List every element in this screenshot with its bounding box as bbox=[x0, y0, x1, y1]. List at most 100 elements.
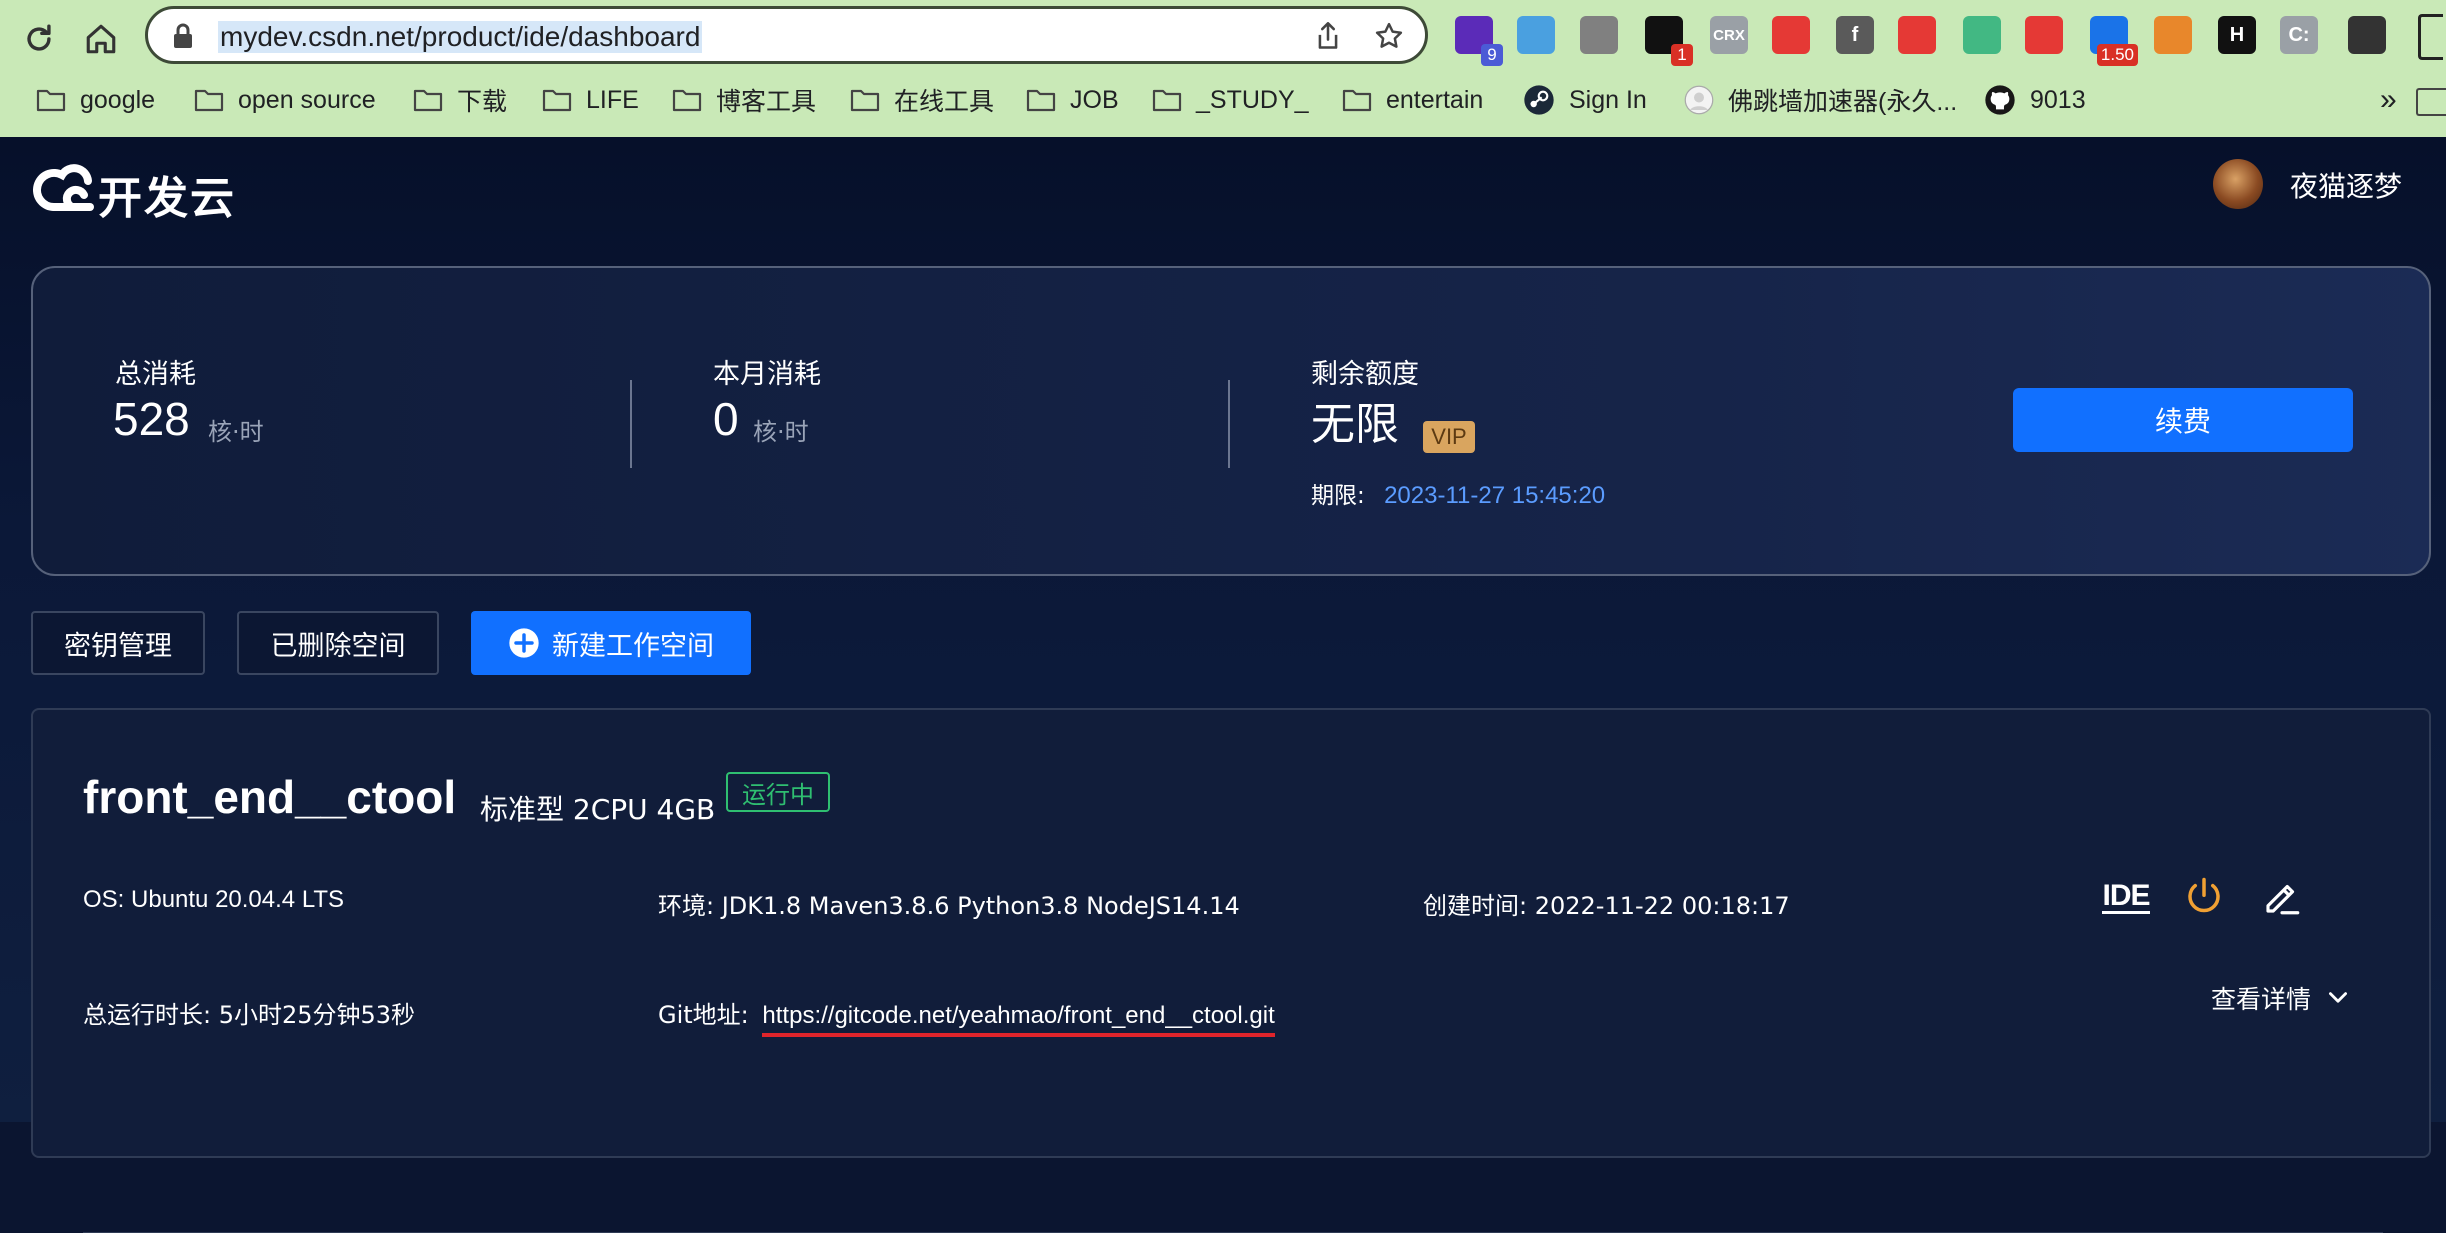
folder-icon bbox=[1152, 88, 1196, 112]
vip-badge: VIP bbox=[1423, 421, 1475, 453]
home-button[interactable] bbox=[76, 14, 126, 64]
plus-circle-icon bbox=[509, 628, 539, 658]
bookmark-5[interactable]: 在线工具 bbox=[850, 82, 994, 118]
folder-icon bbox=[1342, 88, 1386, 112]
vue-extension[interactable] bbox=[1963, 16, 2001, 54]
bookmark-label: 下载 bbox=[457, 88, 508, 116]
bookmark-8[interactable]: entertain bbox=[1342, 82, 1483, 118]
stats-divider bbox=[630, 380, 632, 468]
notion-extension-badge: 1 bbox=[1671, 44, 1693, 66]
mouse-extension[interactable] bbox=[1580, 16, 1618, 54]
bookmark-folder-partial[interactable] bbox=[2416, 82, 2446, 118]
reload-icon bbox=[27, 24, 51, 51]
stats-divider bbox=[1228, 380, 1230, 468]
folder-icon bbox=[850, 88, 894, 112]
wave-extension[interactable] bbox=[1517, 16, 1555, 54]
profile-edge[interactable] bbox=[2418, 14, 2446, 60]
f-extension[interactable]: f bbox=[1836, 16, 1874, 54]
stack-extension[interactable]: 9 bbox=[1455, 16, 1503, 66]
c-extension[interactable]: C: bbox=[2280, 16, 2318, 54]
new-workspace-button[interactable]: 新建工作空间 bbox=[471, 611, 751, 675]
workspace-spec: 标准型 2CPU 4GB bbox=[480, 793, 716, 826]
folder-icon bbox=[194, 88, 238, 112]
avatar[interactable] bbox=[2213, 159, 2263, 209]
url-text[interactable]: mydev.csdn.net/product/ide/dashboard bbox=[218, 21, 703, 53]
month-usage-unit: 核·时 bbox=[753, 418, 809, 446]
ide-button[interactable]: IDE bbox=[2101, 872, 2151, 922]
view-details-label: 查看详情 bbox=[2211, 985, 2312, 1014]
bookmark-6[interactable]: JOB bbox=[1026, 82, 1119, 118]
binoculars-extension[interactable] bbox=[1772, 16, 1810, 54]
notion-extension[interactable]: 1 bbox=[1645, 16, 1693, 66]
username[interactable]: 夜猫逐梦 bbox=[2290, 165, 2402, 205]
bookmark-label: 在线工具 bbox=[894, 88, 995, 116]
bookmark-10[interactable]: 佛跳墙加速器(永久... bbox=[1684, 82, 1957, 118]
crx-extension-label: CRX bbox=[1713, 26, 1745, 44]
folder-icon bbox=[413, 88, 457, 112]
crx-extension[interactable]: CRX bbox=[1710, 16, 1748, 54]
runtime-info: 总运行时长: 5小时25分钟53秒 bbox=[83, 1001, 416, 1029]
folder-icon bbox=[1026, 88, 1070, 112]
folder-icon bbox=[672, 88, 716, 112]
bookmark-2[interactable]: 下载 bbox=[413, 82, 507, 118]
bookmark-label: Sign In bbox=[1569, 85, 1647, 114]
view-details-button[interactable]: 查看详情 bbox=[2211, 980, 2351, 1016]
renew-button[interactable]: 续费 bbox=[2013, 388, 2353, 452]
stack-extension-badge: 9 bbox=[1481, 44, 1503, 66]
bookmark-1[interactable]: open source bbox=[194, 82, 376, 118]
total-usage-value: 528 bbox=[113, 393, 190, 445]
bookmark-3[interactable]: LIFE bbox=[542, 82, 639, 118]
tomato-extension[interactable] bbox=[1898, 16, 1936, 54]
remaining-quota-value: 无限 bbox=[1311, 399, 1399, 450]
bookmark-11[interactable]: 9013 bbox=[1984, 82, 2086, 118]
kettle-extension[interactable] bbox=[2154, 16, 2192, 54]
ide-icon: IDE bbox=[2102, 878, 2151, 914]
deleted-workspaces-button[interactable]: 已删除空间 bbox=[237, 611, 439, 675]
bookmark-7[interactable]: _STUDY_ bbox=[1152, 82, 1309, 118]
folder-icon bbox=[36, 88, 80, 112]
h-extension-label: H bbox=[2229, 23, 2245, 46]
h-extension[interactable]: H bbox=[2218, 16, 2256, 54]
month-usage-label: 本月消耗 bbox=[713, 359, 821, 390]
steam-icon bbox=[1523, 84, 1569, 116]
edit-icon bbox=[2266, 884, 2300, 915]
month-usage-value: 0 bbox=[713, 393, 739, 445]
puzzle-extension[interactable] bbox=[2348, 16, 2386, 54]
git-address-label: Git地址: bbox=[658, 1001, 749, 1029]
usage-stats-panel: 总消耗 528 核·时 本月消耗 0 核·时 剩余额度 无限 VIP 期限: 2… bbox=[31, 266, 2431, 576]
total-usage-label: 总消耗 bbox=[115, 359, 196, 390]
f-extension-label: f bbox=[1851, 23, 1859, 46]
bookmark-9[interactable]: Sign In bbox=[1523, 82, 1647, 118]
bookmark-label: LIFE bbox=[586, 85, 639, 114]
new-workspace-label: 新建工作空间 bbox=[552, 630, 714, 662]
edit-button[interactable] bbox=[2257, 872, 2307, 922]
git-url-link[interactable]: https://gitcode.net/yeahmao/front_end__c… bbox=[762, 1002, 1275, 1037]
bookmark-label: 佛跳墙加速器(永久... bbox=[1728, 88, 1958, 116]
lock-icon[interactable] bbox=[166, 19, 200, 53]
bookmark-0[interactable]: google bbox=[36, 82, 155, 118]
expiry-value: 2023-11-27 15:45:20 bbox=[1384, 482, 1606, 509]
share-icon[interactable] bbox=[1311, 19, 1345, 53]
power-button[interactable] bbox=[2179, 872, 2229, 922]
site-favicon-icon bbox=[1684, 85, 1728, 115]
more-bookmarks-button[interactable]: » bbox=[2380, 82, 2397, 118]
cloud-logo-icon[interactable] bbox=[32, 157, 96, 215]
bookmark-label: _STUDY_ bbox=[1196, 85, 1309, 114]
github-icon bbox=[1984, 84, 2030, 116]
chevron-down-icon bbox=[2329, 992, 2348, 1003]
created-time-info: 创建时间: 2022-11-22 00:18:17 bbox=[1423, 892, 1790, 920]
status-badge: 运行中 bbox=[726, 772, 830, 812]
megaphone-extension[interactable] bbox=[2025, 16, 2063, 54]
bookmark-label: JOB bbox=[1070, 85, 1119, 114]
workspace-name[interactable]: front_end__ctool bbox=[83, 770, 456, 824]
expiry-row: 期限: 2023-11-27 15:45:20 bbox=[1311, 476, 1605, 510]
bookmark-4[interactable]: 博客工具 bbox=[672, 82, 816, 118]
speed-extension-badge: 1.50 bbox=[2096, 44, 2138, 66]
speed-extension[interactable]: 1.50 bbox=[2090, 16, 2138, 66]
reload-button[interactable] bbox=[14, 14, 64, 64]
key-management-button[interactable]: 密钥管理 bbox=[31, 611, 205, 675]
address-bar[interactable]: mydev.csdn.net/product/ide/dashboard bbox=[145, 6, 1428, 64]
logo-text[interactable]: 开发云 bbox=[98, 162, 236, 226]
bookmark-star-icon[interactable] bbox=[1372, 19, 1406, 53]
total-usage-unit: 核·时 bbox=[208, 418, 264, 446]
